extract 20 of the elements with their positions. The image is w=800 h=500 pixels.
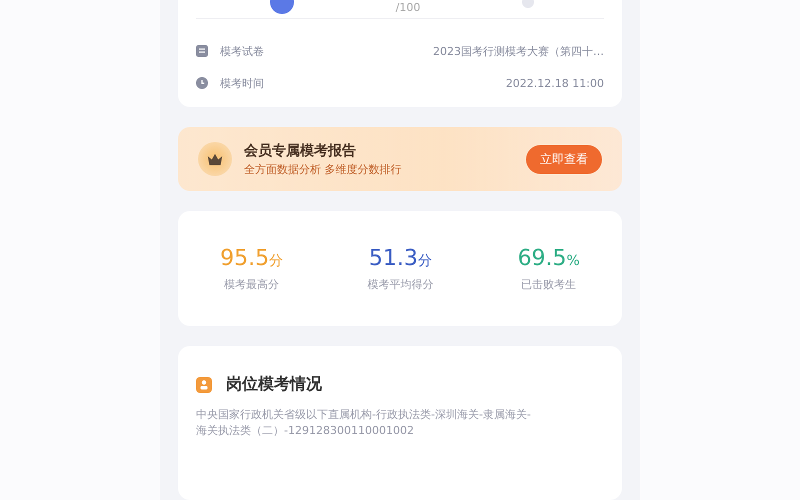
- clock-icon: [196, 77, 208, 89]
- row-value: 2022.12.18 11:00: [506, 76, 604, 90]
- row-label: 模考试卷: [220, 44, 264, 58]
- row-label: 模考时间: [220, 76, 264, 90]
- row-value: 2023国考行测模考大赛（第四十…: [433, 44, 604, 58]
- section-title: 岗位模考情况: [226, 374, 322, 395]
- stat-value: 51.3分: [368, 246, 433, 270]
- stat-label: 模考平均得分: [367, 276, 434, 292]
- stat-value: 69.5%: [518, 246, 580, 270]
- person-icon: [196, 376, 212, 392]
- banner-title: 会员专属模考报告: [244, 142, 357, 160]
- position-description: 中央国家行政机关省级以下直属机构-行政执法类-深圳海关-隶属海关-海关执法类（二）-129128300110001002: [196, 407, 532, 439]
- score-total: /100: [396, 0, 420, 14]
- stat-value: 95.5分: [220, 246, 284, 270]
- crown-icon: [207, 152, 223, 166]
- stat-label: 已击败考生: [520, 276, 578, 292]
- view-now-button[interactable]: 立即查看: [526, 144, 602, 174]
- banner-subtitle: 全方面数据分析 多维度分数排行: [244, 162, 402, 176]
- stat-label: 模考最高分: [223, 276, 280, 292]
- document-icon: [196, 45, 208, 57]
